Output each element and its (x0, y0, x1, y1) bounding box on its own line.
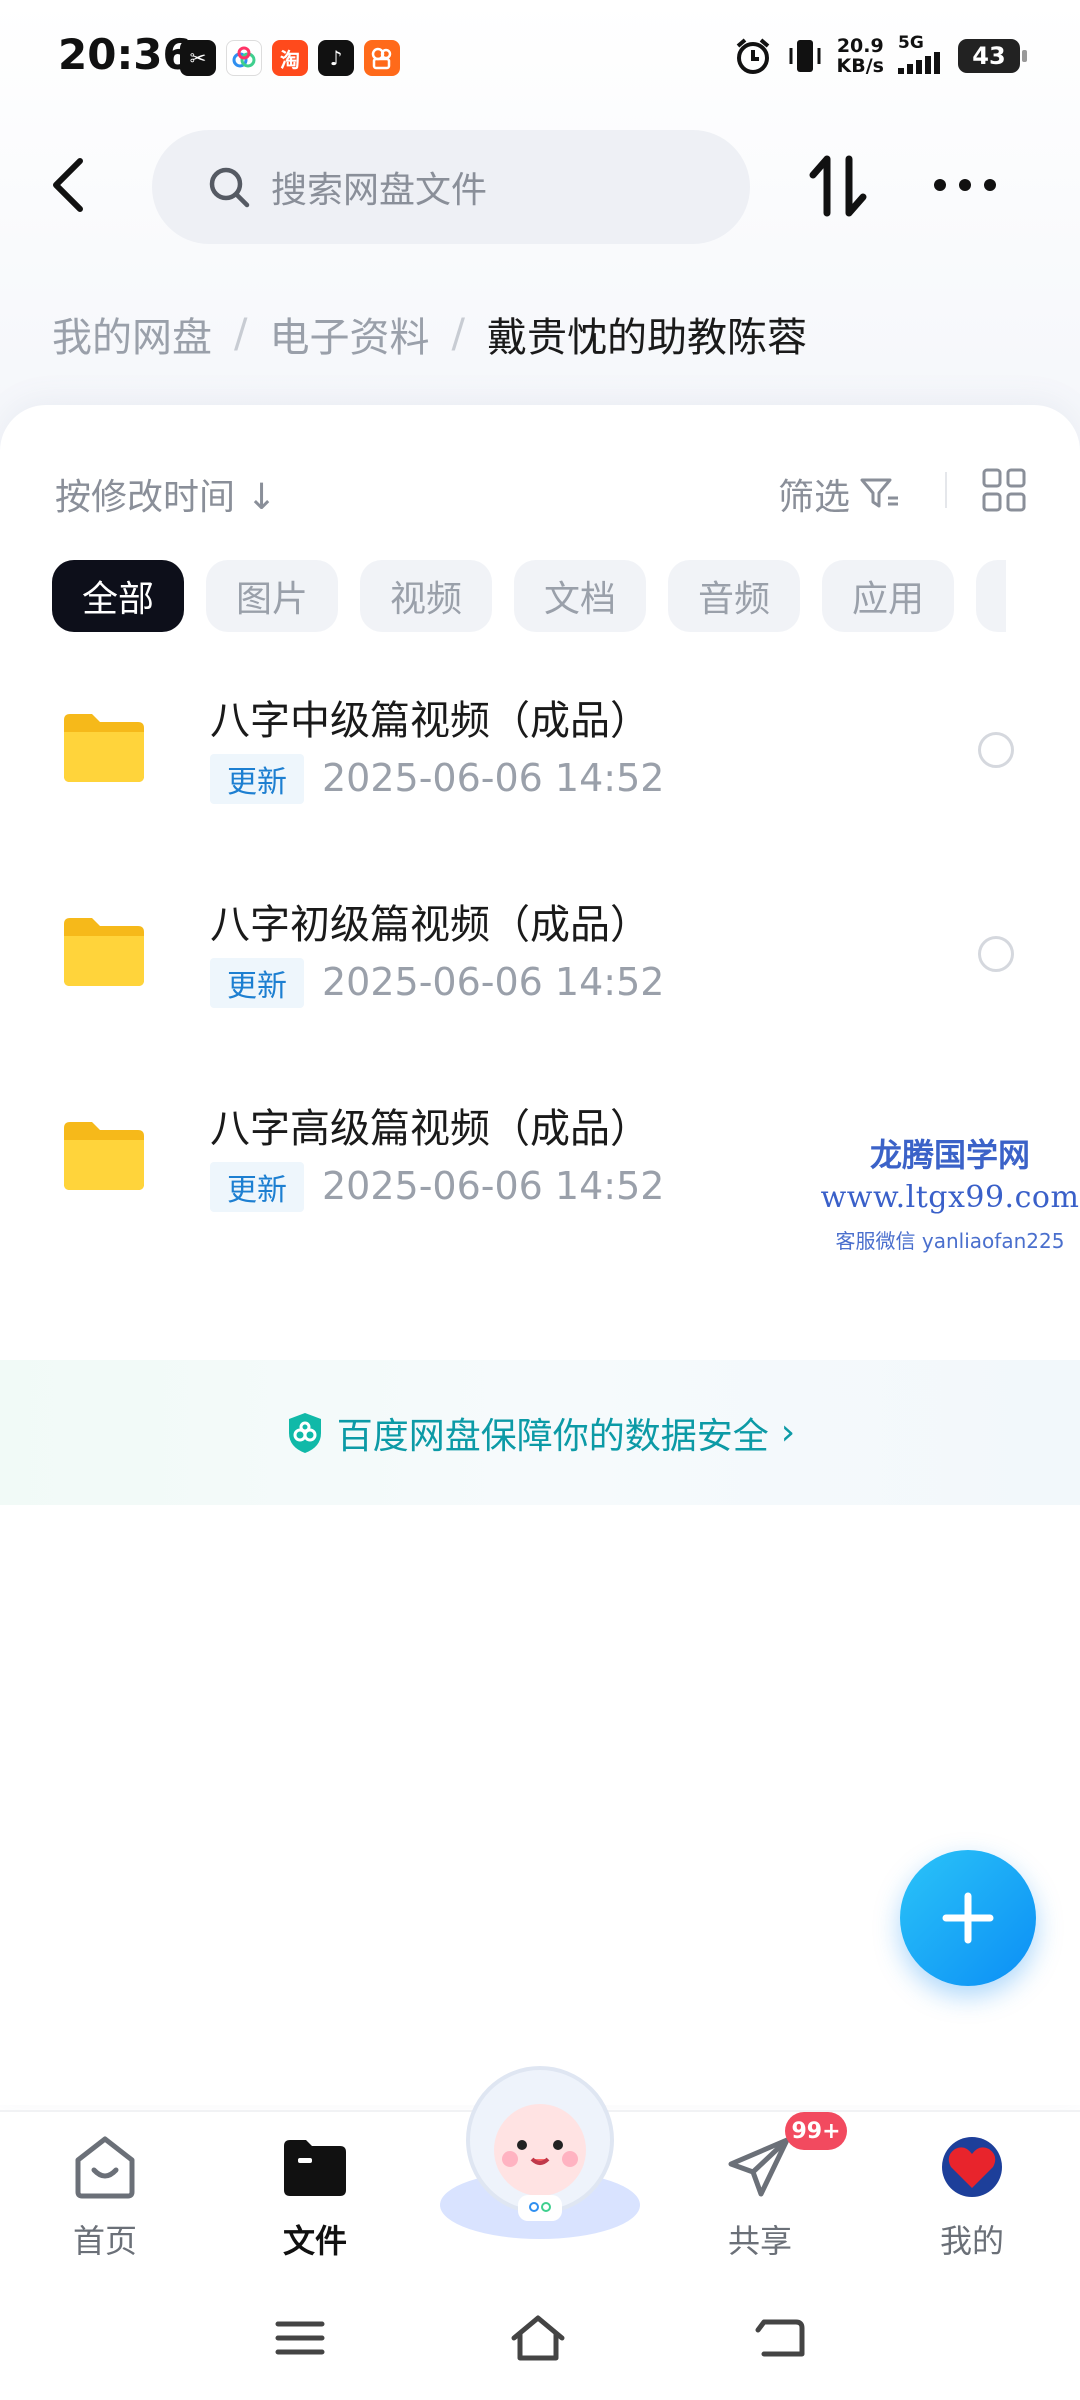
chip-videos[interactable]: 视频 (360, 560, 492, 632)
vibrate-icon (789, 40, 821, 72)
watermark-contact: 客服微信 yanliaofan225 (835, 1229, 1065, 1253)
breadcrumb-separator: / (234, 311, 248, 357)
back-icon[interactable] (40, 153, 100, 217)
transfer-sort-icon[interactable] (805, 153, 871, 219)
search-placeholder: 搜索网盘文件 (271, 170, 488, 211)
alarm-icon (736, 38, 769, 74)
file-row[interactable]: 八字初级篇视频（成品） 更新 2025-06-06 14:52 (0, 864, 1080, 1064)
file-name: 八字初级篇视频（成品） (210, 902, 650, 948)
watermark-url: www.ltgx99.com (820, 1180, 1080, 1215)
kuaishou-icon (364, 40, 400, 76)
nav-mine-label: 我的 (939, 2222, 1004, 2260)
file-time: 2025-06-06 14:52 (322, 960, 665, 1004)
signal-bars-icon (898, 52, 940, 74)
folder-icon (64, 918, 144, 986)
top-bar: 搜索网盘文件 (0, 125, 1080, 245)
system-nav-bar (0, 2280, 1080, 2400)
chevron-right-icon: › (780, 1412, 796, 1453)
security-banner[interactable]: 百度网盘保障你的数据安全 › (0, 1360, 1080, 1505)
file-time: 2025-06-06 14:52 (322, 1164, 665, 1208)
nav-home[interactable]: 首页 (35, 2134, 175, 2262)
chip-all[interactable]: 全部 (52, 560, 184, 632)
breadcrumb-current: 戴贵忱的助教陈蓉 (486, 315, 807, 361)
file-time: 2025-06-06 14:52 (322, 756, 665, 800)
security-text: 百度网盘保障你的数据安全 (336, 1415, 769, 1457)
folder-icon (64, 1122, 144, 1190)
watermark: 龙腾国学网 www.ltgx99.com 客服微信 yanliaofan225 (820, 1130, 1080, 1254)
select-checkbox[interactable] (978, 936, 1014, 972)
notification-badge: 99+ (785, 2112, 847, 2150)
battery-indicator: 43 (958, 39, 1027, 73)
toolbar-divider (945, 472, 947, 508)
folder-filled-icon (284, 2140, 346, 2196)
menu-icon[interactable] (270, 2310, 330, 2366)
breadcrumb: 我的网盘 / 电子资料 / 戴贵忱的助教陈蓉 (52, 305, 807, 363)
chip-apps[interactable]: 应用 (822, 560, 954, 632)
back-system-icon[interactable] (750, 2310, 810, 2366)
nav-share-label: 共享 (727, 2222, 792, 2260)
nav-files-label: 文件 (282, 2222, 347, 2260)
update-badge: 更新 (210, 754, 304, 804)
capcut-icon: ✂ (180, 40, 216, 76)
paper-plane-icon (728, 2137, 790, 2197)
home-icon (75, 2136, 135, 2199)
file-name: 八字高级篇视频（成品） (210, 1106, 650, 1152)
nav-share[interactable]: 共享 (690, 2134, 830, 2262)
baidu-netdisk-icon (226, 40, 262, 76)
watermark-title: 龙腾国学网 (869, 1136, 1030, 1174)
mascot-icon[interactable] (430, 2055, 650, 2245)
breadcrumb-item-ebooks[interactable]: 电子资料 (269, 305, 429, 363)
filter-icon (860, 478, 899, 508)
select-checkbox[interactable] (978, 732, 1014, 768)
category-chips: 全部 图片 视频 文档 音频 应用 (52, 560, 1006, 632)
file-row[interactable]: 八字中级篇视频（成品） 更新 2025-06-06 14:52 (0, 660, 1080, 860)
nav-mine[interactable]: 我的 (902, 2134, 1042, 2262)
status-bar: 20:36 ✂ 淘 ♪ 20.9 KB/s 5G 43 (0, 0, 1080, 110)
notification-app-icons: ✂ 淘 ♪ (180, 40, 400, 76)
file-name: 八字中级篇视频（成品） (210, 698, 650, 744)
nav-files[interactable]: 文件 (245, 2134, 385, 2262)
update-badge: 更新 (210, 958, 304, 1008)
taobao-icon: 淘 (272, 40, 308, 76)
more-icon[interactable] (930, 165, 1000, 205)
chip-audio[interactable]: 音频 (668, 560, 800, 632)
sort-label: 按修改时间 (55, 477, 236, 518)
nav-home-label: 首页 (72, 2222, 137, 2260)
status-time: 20:36 (58, 30, 192, 79)
filter-button[interactable]: 筛选 (778, 468, 900, 520)
home-system-icon[interactable] (508, 2310, 568, 2366)
update-badge: 更新 (210, 1162, 304, 1212)
sort-arrow-icon: ↓ (246, 477, 277, 518)
chip-images[interactable]: 图片 (206, 560, 338, 632)
tiktok-icon: ♪ (318, 40, 354, 76)
grid-view-icon[interactable] (982, 468, 1026, 512)
add-button[interactable] (900, 1850, 1036, 1986)
search-icon (209, 167, 250, 208)
filter-label: 筛选 (778, 477, 851, 518)
status-right: 20.9 KB/s 5G 43 (733, 34, 1027, 78)
chip-more-partial[interactable] (976, 560, 1006, 632)
avatar (942, 2137, 1002, 2197)
sort-button[interactable]: 按修改时间 ↓ (55, 468, 277, 520)
chip-documents[interactable]: 文档 (514, 560, 646, 632)
breadcrumb-item-my-netdisk[interactable]: 我的网盘 (52, 305, 212, 363)
shield-icon (288, 1412, 321, 1453)
breadcrumb-separator: / (451, 311, 465, 357)
search-input[interactable]: 搜索网盘文件 (152, 130, 750, 244)
net-speed: 20.9 KB/s (836, 35, 884, 77)
folder-icon (64, 714, 144, 782)
signal-indicator: 5G (898, 34, 944, 78)
plus-icon (942, 1892, 994, 1944)
